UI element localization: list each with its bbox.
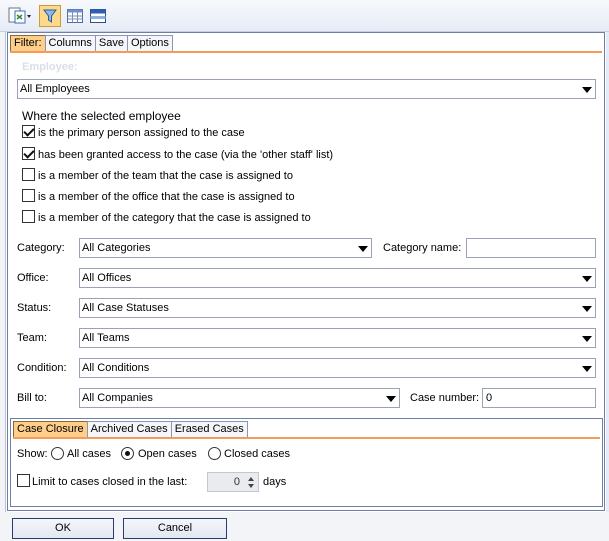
category-label: Category: xyxy=(17,242,65,254)
days-stepper[interactable]: 0 xyxy=(207,472,259,492)
days-label: days xyxy=(263,476,287,488)
case-number-label: Case number: xyxy=(410,392,480,404)
office-select-value: All Offices xyxy=(82,272,132,284)
bill-to-select-value: All Companies xyxy=(82,392,153,404)
show-label: Show: xyxy=(17,448,48,460)
employee-title: Employee: xyxy=(22,61,78,73)
tab-underline xyxy=(10,51,602,53)
checkbox-granted-access[interactable] xyxy=(22,147,35,160)
grid-icon[interactable] xyxy=(65,5,85,27)
tab-filter[interactable]: Filter: xyxy=(10,35,46,51)
condition-label: Condition: xyxy=(17,362,67,374)
where-label: Where the selected employee xyxy=(22,109,181,123)
status-select[interactable]: All Case Statuses xyxy=(79,298,596,318)
left-edge xyxy=(0,32,6,541)
radio-open-cases[interactable] xyxy=(121,447,134,460)
tab-erased-cases[interactable]: Erased Cases xyxy=(170,421,248,437)
category-name-input[interactable] xyxy=(466,238,596,258)
radio-open-cases-label: Open cases xyxy=(138,448,197,460)
spin-down-icon[interactable] xyxy=(248,484,254,488)
radio-all-cases[interactable] xyxy=(51,447,64,460)
tab-case-closure[interactable]: Case Closure xyxy=(13,421,88,437)
panel-icon[interactable] xyxy=(88,5,108,27)
status-select-value: All Case Statuses xyxy=(82,302,169,314)
filter-icon[interactable] xyxy=(39,5,61,27)
checkbox-granted-access-label: has been granted access to the case (via… xyxy=(38,149,334,161)
office-select[interactable]: All Offices xyxy=(79,268,596,288)
bill-to-label: Bill to: xyxy=(17,392,47,404)
tab-columns[interactable]: Columns xyxy=(44,35,96,51)
toolbar xyxy=(0,0,609,32)
checkbox-limit-closed[interactable] xyxy=(17,474,30,487)
condition-select-value: All Conditions xyxy=(82,362,150,374)
office-label: Office: xyxy=(17,272,49,284)
team-select-value: All Teams xyxy=(82,332,130,344)
team-label: Team: xyxy=(17,332,47,344)
category-name-label: Category name: xyxy=(383,242,462,254)
status-label: Status: xyxy=(17,302,52,314)
tab-save[interactable]: Save xyxy=(94,35,128,51)
category-select[interactable]: All Categories xyxy=(79,238,372,258)
subtab-underline xyxy=(13,437,600,439)
employee-select-value: All Employees xyxy=(20,83,90,95)
category-select-value: All Categories xyxy=(82,242,151,254)
chevron-down-icon xyxy=(582,87,592,93)
checkbox-primary-person[interactable] xyxy=(22,125,35,138)
checkbox-category-member-label: is a member of the category that the cas… xyxy=(38,212,311,224)
chevron-down-icon xyxy=(582,306,592,312)
ok-button[interactable]: OK xyxy=(12,518,114,539)
radio-closed-cases[interactable] xyxy=(208,447,221,460)
checkbox-primary-person-label: is the primary person assigned to the ca… xyxy=(38,127,245,139)
tab-archived-cases[interactable]: Archived Cases xyxy=(86,421,172,437)
employee-select[interactable]: All Employees xyxy=(17,79,596,99)
case-number-input[interactable]: 0 xyxy=(482,388,596,408)
chevron-down-icon xyxy=(582,336,592,342)
chevron-down-icon xyxy=(358,246,368,252)
checkbox-category-member[interactable] xyxy=(22,210,35,223)
spin-up-icon[interactable] xyxy=(248,477,254,481)
tab-bar: Filter: Columns Save Options xyxy=(10,35,173,51)
checkbox-team-member-label: is a member of the team that the case is… xyxy=(38,170,293,182)
checkbox-team-member[interactable] xyxy=(22,168,35,181)
subtab-bar: Case Closure Archived Cases Erased Cases xyxy=(13,421,248,437)
bill-to-select[interactable]: All Companies xyxy=(79,388,400,408)
report-icon[interactable] xyxy=(7,5,33,27)
closure-panel: Case Closure Archived Cases Erased Cases xyxy=(10,418,603,507)
cancel-button[interactable]: Cancel xyxy=(123,518,227,539)
radio-all-cases-label: All cases xyxy=(67,448,112,460)
chevron-down-icon xyxy=(386,396,396,402)
condition-select[interactable]: All Conditions xyxy=(79,358,596,378)
checkbox-office-member[interactable] xyxy=(22,189,35,202)
chevron-down-icon xyxy=(582,276,592,282)
chevron-down-icon xyxy=(582,366,592,372)
team-select[interactable]: All Teams xyxy=(79,328,596,348)
limit-label: Limit to cases closed in the last: xyxy=(32,476,188,488)
radio-closed-cases-label: Closed cases xyxy=(224,448,291,460)
checkbox-office-member-label: is a member of the office that the case … xyxy=(38,191,295,203)
days-stepper-value: 0 xyxy=(233,476,240,488)
tab-options[interactable]: Options xyxy=(126,35,173,51)
